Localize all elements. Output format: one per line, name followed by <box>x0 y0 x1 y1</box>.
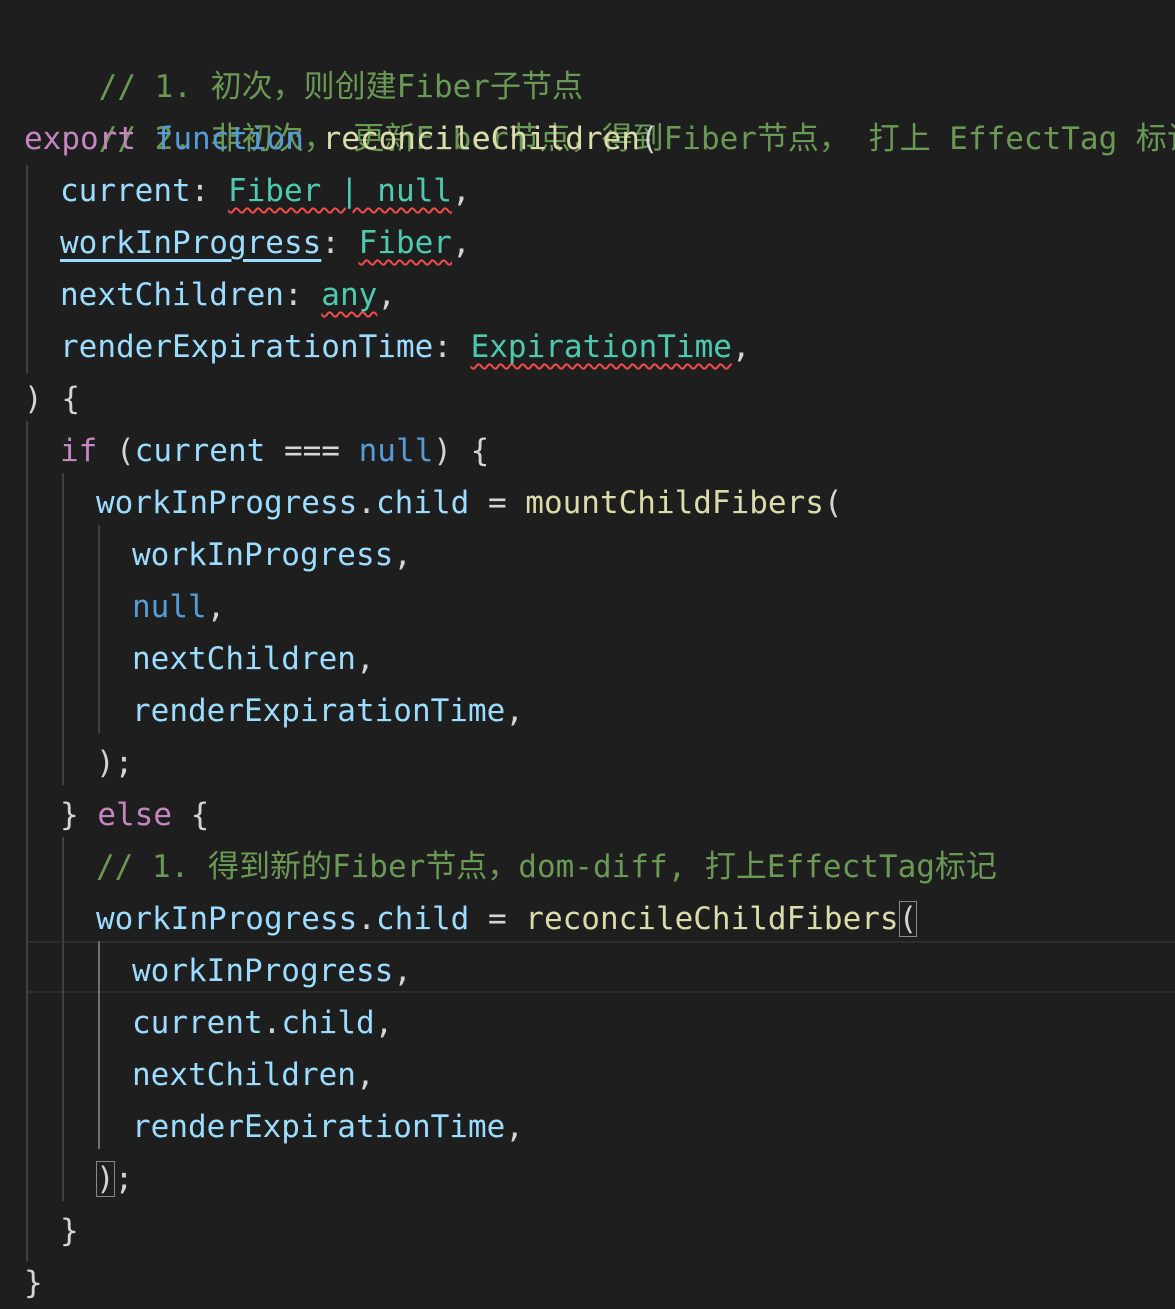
param-name-linked[interactable]: workInProgress <box>60 225 321 261</box>
keyword-function: function <box>154 121 304 157</box>
close-brace: } <box>60 797 98 833</box>
comma: , <box>355 641 375 677</box>
property: child <box>375 901 470 937</box>
comma: , <box>505 1109 524 1145</box>
param-name: nextChildren <box>60 277 284 313</box>
indent-guide <box>62 837 64 1201</box>
code-line-1: // 1. 初次，则创建Fiber子节点 <box>24 9 583 105</box>
variable: current <box>134 433 266 469</box>
code-line-2: // 2. 非初次， 更新Fiber节点，得到Fiber节点， 打上 Effec… <box>24 61 1175 157</box>
matched-close-paren: ) <box>96 1161 115 1197</box>
code-line-3: export function reconcileChildren( <box>24 113 659 165</box>
argument: renderExpirationTime <box>132 693 506 729</box>
code-line-19: workInProgress, <box>132 945 412 997</box>
argument: renderExpirationTime <box>132 1109 506 1145</box>
code-line-14: renderExpirationTime, <box>132 685 524 737</box>
indent-guide <box>62 473 64 785</box>
comma: , <box>451 173 471 209</box>
code-line-9: if (current === null) { <box>60 425 489 477</box>
code-line-23: ); <box>96 1153 133 1205</box>
colon: : <box>190 173 228 209</box>
dot: . <box>357 485 376 521</box>
param-type-error[interactable]: Fiber | null <box>228 173 452 209</box>
argument: nextChildren <box>132 641 356 677</box>
param-type-error[interactable]: Fiber <box>359 225 452 261</box>
comma: , <box>374 1005 394 1041</box>
keyword-else: else <box>97 797 172 833</box>
param-type-error[interactable]: ExpirationTime <box>471 329 732 365</box>
code-line-10: workInProgress.child = mountChildFibers( <box>96 477 843 529</box>
code-line-7: renderExpirationTime: ExpirationTime, <box>60 321 751 373</box>
comma: , <box>393 537 412 573</box>
argument: workInProgress <box>132 953 394 989</box>
close-paren-brace: ) { <box>24 381 80 417</box>
code-line-11: workInProgress, <box>132 529 412 581</box>
open-paren: ( <box>97 433 135 469</box>
code-line-18: workInProgress.child = reconcileChildFib… <box>96 893 918 945</box>
colon: : <box>433 329 471 365</box>
comma: , <box>505 693 524 729</box>
open-brace: { <box>171 797 210 833</box>
dot: . <box>357 901 376 937</box>
dot: . <box>262 1005 282 1041</box>
comma: , <box>731 329 751 365</box>
code-line-6: nextChildren: any, <box>60 269 396 321</box>
function-call: mountChildFibers <box>525 485 824 521</box>
indent-guide-active <box>98 941 100 1149</box>
property: child <box>375 485 470 521</box>
operator: === <box>265 433 359 469</box>
code-line-12: null, <box>132 581 225 633</box>
argument-null: null <box>132 589 207 625</box>
code-line-5: workInProgress: Fiber, <box>60 217 471 269</box>
keyword-null: null <box>358 433 434 469</box>
argument: nextChildren <box>132 1057 356 1093</box>
operator: = <box>469 901 526 937</box>
param-name: renderExpirationTime <box>60 329 434 365</box>
code-line-24: } <box>60 1205 79 1257</box>
code-line-25: } <box>24 1257 43 1309</box>
object: workInProgress <box>96 485 358 521</box>
param-name: current <box>60 173 191 209</box>
open-paren: ( <box>823 485 843 521</box>
close-paren-semicolon: ); <box>96 745 134 781</box>
code-line-17: // 1. 得到新的Fiber节点，dom-diff, 打上EffectTag标… <box>96 841 997 893</box>
argument: workInProgress <box>132 537 394 573</box>
code-editor[interactable]: // 1. 初次，则创建Fiber子节点 // 2. 非初次， 更新Fiber节… <box>0 0 1175 1301</box>
comma: , <box>206 589 226 625</box>
close-paren-brace: ) { <box>433 433 490 469</box>
indent-guide <box>26 421 28 1261</box>
colon: : <box>283 277 322 313</box>
comma: , <box>377 277 396 313</box>
code-line-13: nextChildren, <box>132 633 375 685</box>
comma: , <box>355 1057 375 1093</box>
object: current <box>132 1005 263 1041</box>
function-name: reconcileChildren <box>322 121 640 157</box>
colon: : <box>321 225 359 261</box>
code-line-22: renderExpirationTime, <box>132 1101 524 1153</box>
code-line-21: nextChildren, <box>132 1049 375 1101</box>
function-call: reconcileChildFibers <box>525 901 899 937</box>
code-line-8: ) { <box>24 373 80 425</box>
code-line-16: } else { <box>60 789 209 841</box>
comma: , <box>451 225 471 261</box>
keyword-export: export <box>24 121 136 157</box>
param-type-error[interactable]: any <box>321 277 377 313</box>
property: child <box>281 1005 375 1041</box>
indent-guide <box>98 525 100 733</box>
object: workInProgress <box>96 901 358 937</box>
keyword-if: if <box>60 433 98 469</box>
comma: , <box>393 953 412 989</box>
code-line-15: ); <box>96 737 133 789</box>
comment: // 1. 得到新的Fiber节点，dom-diff, 打上EffectTag标… <box>96 849 997 885</box>
code-line-20: current.child, <box>132 997 393 1049</box>
close-brace: } <box>24 1265 43 1301</box>
code-line-4: current: Fiber | null, <box>60 165 471 217</box>
close-brace: } <box>60 1213 79 1249</box>
semicolon: ; <box>114 1161 134 1197</box>
open-paren: ( <box>639 121 659 157</box>
matched-open-paren: ( <box>898 901 918 937</box>
operator: = <box>469 485 526 521</box>
